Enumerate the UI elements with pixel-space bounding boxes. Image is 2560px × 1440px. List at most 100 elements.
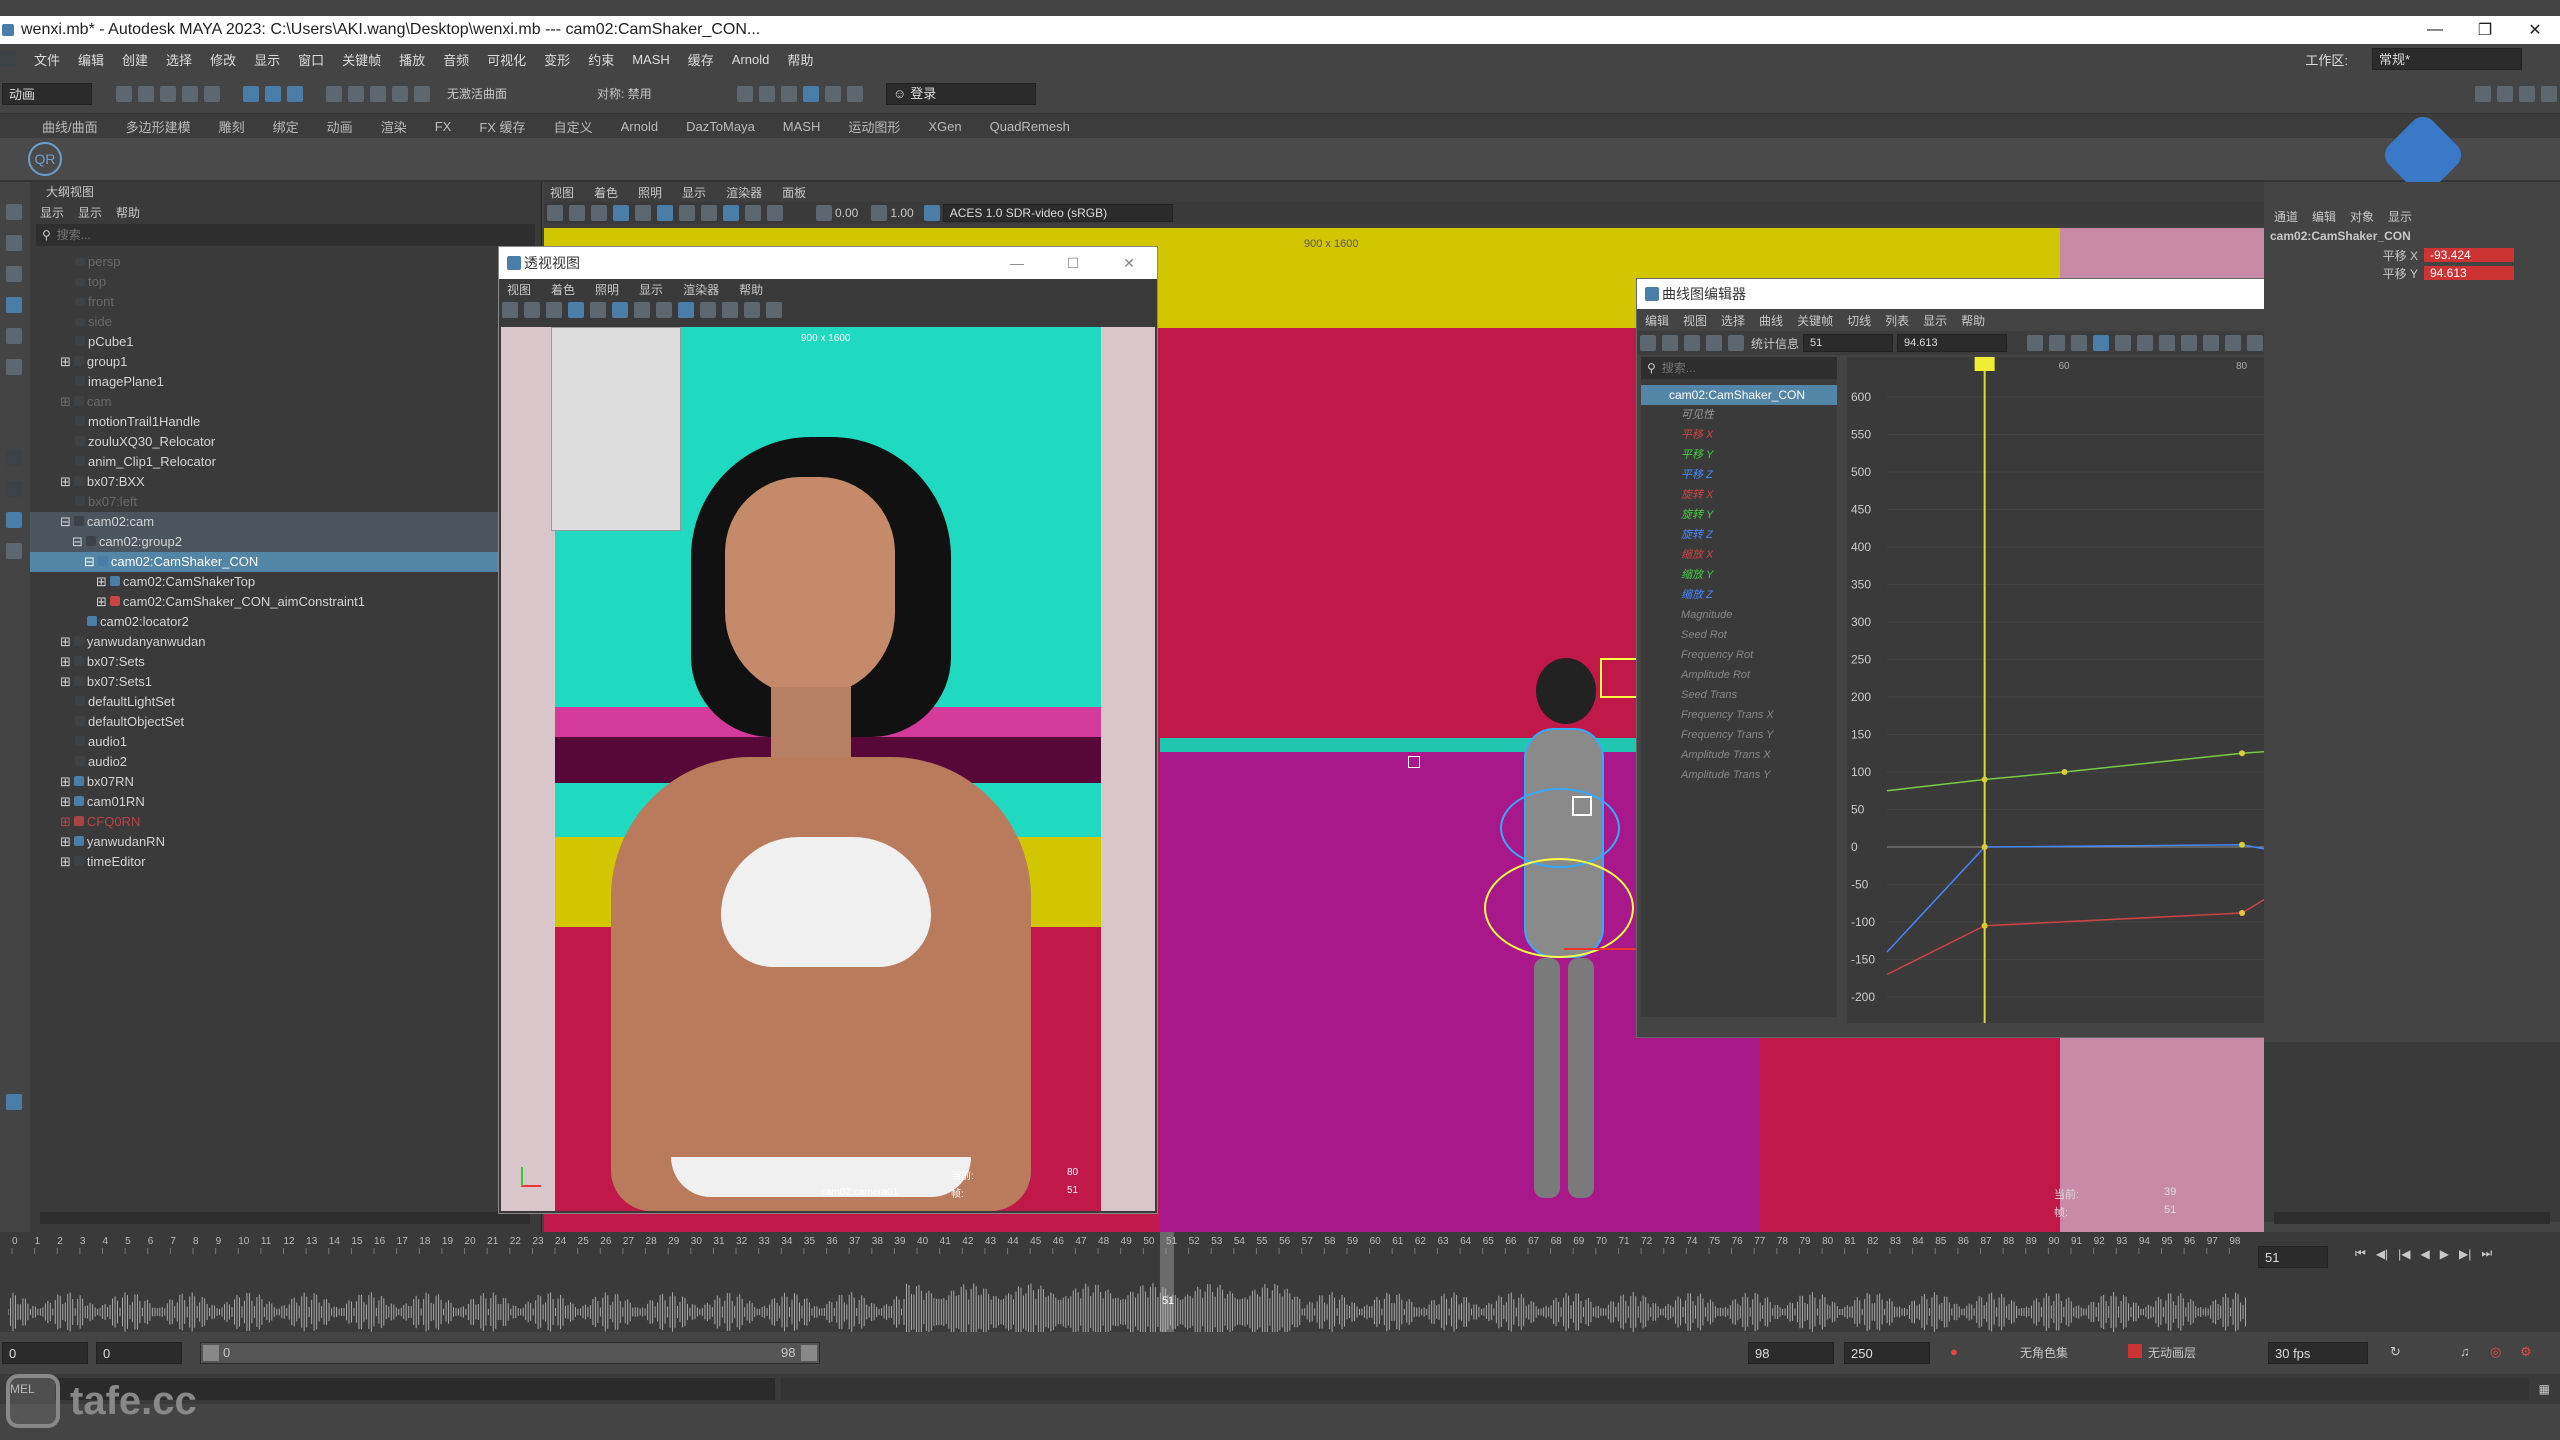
graph-menu-item[interactable]: 编辑 [1645, 312, 1669, 329]
graph-channel-item[interactable]: 可见性 [1641, 405, 1837, 425]
loop-icon[interactable]: ↻ [2390, 1344, 2401, 1360]
xray-icon[interactable] [722, 302, 738, 318]
snap-view-icon[interactable] [392, 85, 408, 102]
camera-attr-icon[interactable] [569, 205, 585, 221]
rig-control-ring[interactable] [1500, 788, 1620, 868]
camera-attr-icon[interactable] [524, 302, 540, 318]
shelf-tab[interactable]: 渲染 [367, 117, 421, 136]
frame-playback-icon[interactable] [2071, 335, 2088, 351]
region-icon[interactable] [1706, 335, 1722, 351]
textured-icon[interactable] [634, 302, 650, 318]
outliner-layout-icon[interactable] [6, 543, 22, 559]
tool-settings-icon[interactable] [2519, 85, 2535, 102]
shadows-icon[interactable] [723, 205, 739, 221]
minimize-icon[interactable]: — [989, 255, 1045, 271]
gamma-value[interactable]: 1.00 [890, 206, 913, 220]
graph-channel-item[interactable]: 平移 X [1641, 425, 1837, 445]
graph-node-item[interactable]: cam02:CamShaker_CON [1641, 385, 1837, 405]
step-back-key-icon[interactable]: ◀| [2376, 1247, 2388, 1261]
rig-selection-box[interactable] [1600, 658, 1640, 698]
channel-box-node[interactable]: cam02:CamShaker_CON [2264, 226, 2560, 246]
graph-channel-item[interactable]: 缩放 X [1641, 545, 1837, 565]
collapse-icon[interactable]: ⊟ [84, 554, 95, 569]
expand-icon[interactable]: ⊞ [60, 674, 71, 689]
play-back-icon[interactable]: ◀ [2421, 1247, 2430, 1261]
move-tool-icon[interactable] [6, 297, 22, 313]
anim-end-field[interactable]: 98 [1748, 1342, 1834, 1364]
graph-channel-item[interactable]: 旋转 Z [1641, 525, 1837, 545]
outliner-item[interactable]: defaultLightSet [30, 692, 541, 712]
outliner-item[interactable]: ⊞ cam [30, 392, 541, 412]
lasso-tool-icon[interactable] [6, 235, 22, 251]
panels-menu[interactable]: 面板 [782, 184, 806, 201]
persp-canvas[interactable]: 900 x 1600 cam02:camera01 当前: 帧: 80 51 [501, 327, 1155, 1211]
isolate-icon[interactable] [700, 302, 716, 318]
quadremesh-shelf-button[interactable]: QR [28, 142, 62, 176]
bookmark-icon[interactable] [546, 302, 562, 318]
shelf-tab[interactable]: 运动图形 [834, 117, 914, 136]
rig-control-ring[interactable] [1484, 858, 1634, 958]
fps-select[interactable]: 30 fps [2268, 1342, 2368, 1364]
time-slider[interactable]: 0 1 2 3 4 5 6 7 8 9 10 11 12 13 14 15 16 17 18 19 20 21 22 23 24… [0, 1232, 2560, 1332]
cached-playback-icon[interactable]: ◎ [2490, 1344, 2501, 1360]
snap-point-icon[interactable] [370, 85, 386, 102]
edit-menu[interactable]: 编辑 [2312, 208, 2336, 225]
bookmark-icon[interactable] [591, 205, 607, 221]
clamped-tangent-icon[interactable] [2137, 335, 2154, 351]
menu-item[interactable]: Arnold [732, 52, 770, 67]
menu-item[interactable]: 选择 [166, 50, 192, 69]
move-key-icon[interactable] [1640, 335, 1656, 351]
outliner-item[interactable]: ⊟ cam02:cam [30, 512, 541, 532]
menu-item[interactable]: 显示 [254, 50, 280, 69]
graph-channel-item[interactable]: Amplitude Rot [1641, 665, 1837, 685]
color-management-icon[interactable] [923, 205, 940, 221]
mode-select[interactable]: 动画 [2, 82, 92, 105]
outliner-item[interactable]: pCube1 [30, 332, 541, 352]
go-to-start-icon[interactable]: ⏮ [2355, 1246, 2366, 1261]
undo-icon[interactable] [182, 85, 198, 102]
move-manipulator[interactable] [1572, 796, 1592, 816]
auto-tangent-icon[interactable] [2093, 335, 2110, 351]
outliner-scrollbar[interactable] [40, 1212, 530, 1224]
shelf-tab[interactable]: FX 缓存 [465, 117, 539, 136]
step-forward-frame-icon[interactable]: ▶| [2459, 1247, 2471, 1261]
shelf-tab[interactable]: 动画 [313, 117, 367, 136]
go-to-end-icon[interactable]: ⏭ [2481, 1246, 2492, 1261]
camera-select-icon[interactable] [502, 302, 518, 318]
camera-select-icon[interactable] [547, 205, 563, 221]
outliner-item[interactable]: bx07:left [30, 492, 541, 512]
live-surface-label[interactable]: 无激活曲面 [447, 85, 547, 102]
login-button[interactable]: ☺ 登录 [886, 82, 1036, 105]
expand-icon[interactable]: ⊞ [60, 474, 71, 489]
outliner-item[interactable]: ⊞ bx07:BXX [30, 472, 541, 492]
outliner-item[interactable]: audio1 [30, 732, 541, 752]
select-component-icon[interactable] [287, 85, 303, 102]
graph-channel-item[interactable]: 缩放 Z [1641, 585, 1837, 605]
graph-menu-item[interactable]: 视图 [1683, 312, 1707, 329]
shelf-tab[interactable]: XGen [914, 119, 975, 134]
select-object-icon[interactable] [265, 85, 281, 102]
menu-item[interactable]: 修改 [210, 50, 236, 69]
graph-channel-item[interactable]: 平移 Z [1641, 465, 1837, 485]
modeling-toolkit-icon[interactable] [2475, 85, 2491, 102]
graph-search-input[interactable] [1661, 361, 1837, 375]
linear-tangent-icon[interactable] [2159, 335, 2176, 351]
channel-box-icon[interactable] [2541, 85, 2557, 102]
minimize-icon[interactable]: — [2410, 21, 2460, 39]
expand-icon[interactable]: ⊞ [60, 634, 71, 649]
help-menu[interactable]: 帮助 [739, 281, 763, 298]
stats-value-field[interactable]: 94.613 [1897, 334, 2008, 352]
outliner-item-selected[interactable]: ⊟ cam02:CamShaker_CON [30, 552, 541, 572]
lighting-menu[interactable]: 照明 [638, 184, 662, 201]
play-forward-icon[interactable]: ▶ [2440, 1247, 2449, 1261]
outliner-item[interactable]: persp [30, 252, 541, 272]
lights-icon[interactable] [656, 302, 672, 318]
insert-key-icon[interactable] [1662, 335, 1678, 351]
graph-channel-item[interactable]: Seed Rot [1641, 625, 1837, 645]
expand-icon[interactable]: ⊞ [60, 354, 71, 369]
menu-toggle-icon[interactable] [0, 51, 16, 67]
outliner-item[interactable]: ⊞ cam02:CamShakerTop [30, 572, 541, 592]
graph-channel-item[interactable]: 旋转 Y [1641, 505, 1837, 525]
shelf-tab[interactable]: 雕刻 [205, 117, 259, 136]
maximize-icon[interactable]: ☐ [1045, 255, 1101, 272]
